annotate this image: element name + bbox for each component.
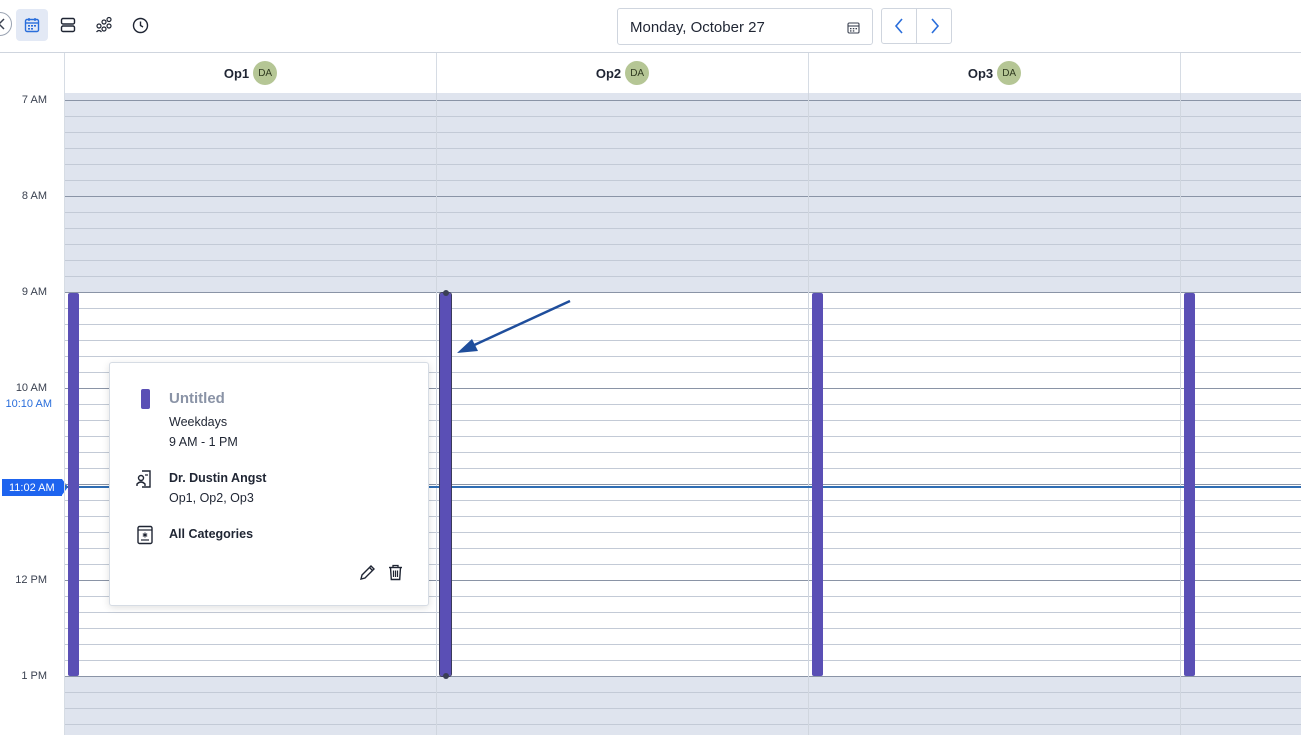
slot-line [65, 644, 1301, 645]
provider-icon [136, 470, 151, 488]
column-divider [436, 93, 437, 735]
slot-line [65, 244, 1301, 245]
pencil-icon [359, 564, 375, 580]
column-header-op3: Op3 DA [809, 53, 1181, 93]
history-button[interactable] [124, 9, 156, 41]
slot-line [65, 276, 1301, 277]
slot-line [65, 612, 1301, 613]
column-header-op4 [1181, 53, 1301, 93]
time-label: 1 PM [21, 670, 47, 682]
popover-title: Untitled [169, 390, 225, 407]
slot-line [65, 212, 1301, 213]
rows-icon [60, 17, 76, 33]
slot-line [65, 308, 1301, 309]
avatar[interactable]: DA [997, 61, 1022, 85]
slot-line [65, 324, 1301, 325]
calendar-view-button[interactable] [16, 9, 48, 41]
date-navigation [881, 8, 952, 44]
slot-line [65, 116, 1301, 117]
slot-line [65, 148, 1301, 149]
chevron-left-icon [0, 18, 5, 30]
slot-line [65, 180, 1301, 181]
column-name: Op1 [223, 65, 250, 81]
time-label: 7 AM [21, 94, 47, 106]
category-icon [137, 525, 153, 545]
time-label: 8 AM [21, 190, 47, 202]
column-header-op1: Op1 DA [65, 53, 437, 93]
date-picker[interactable]: Monday, October 27 [617, 8, 873, 45]
column-header-op2: Op2 DA [437, 53, 809, 93]
calendar-icon [847, 22, 860, 34]
column-name: Op3 [967, 65, 994, 81]
operatories-text: Op1, Op2, Op3 [169, 491, 254, 505]
column-headers: Op1 DA Op2 DA Op3 DA [64, 53, 1301, 93]
hour-line [65, 292, 1301, 293]
current-time-marker: 11:02 AM [2, 479, 68, 496]
schedule-details-popover: Untitled Weekdays 9 AM - 1 PM Dr. Dustin… [109, 362, 429, 606]
chevron-right-icon [930, 18, 939, 34]
slot-line [65, 260, 1301, 261]
recurrence-text: Weekdays [169, 415, 228, 429]
column-name: Op2 [595, 65, 622, 81]
slot-line [65, 708, 1301, 709]
time-gutter: 7 AM 8 AM 9 AM 10 AM 10:10 AM 12 PM 1 PM… [0, 93, 68, 735]
back-button[interactable] [0, 12, 12, 36]
provider-name: Dr. Dustin Angst [169, 471, 267, 485]
slot-line [65, 164, 1301, 165]
schedule-block-op4[interactable] [1184, 293, 1195, 676]
next-day-button[interactable] [917, 9, 952, 43]
hour-line [65, 100, 1301, 101]
schedule-block-op3[interactable] [812, 293, 823, 676]
slot-line [65, 628, 1301, 629]
resize-handle-bottom[interactable] [443, 673, 449, 679]
previous-day-button[interactable] [882, 9, 917, 43]
providers-view-button[interactable] [88, 9, 120, 41]
time-label: 10 AM [15, 382, 47, 394]
column-divider [1180, 93, 1181, 735]
slot-line [65, 660, 1301, 661]
avatar[interactable]: DA [253, 61, 278, 85]
slot-line [65, 692, 1301, 693]
calendar-icon [24, 18, 40, 33]
hour-line [65, 676, 1301, 677]
annotation-arrow [457, 299, 571, 353]
schedule-block-op1[interactable] [68, 293, 79, 676]
rows-view-button[interactable] [52, 9, 84, 41]
avatar[interactable]: DA [625, 61, 650, 85]
slot-line [65, 724, 1301, 725]
color-swatch [141, 389, 150, 409]
slot-line [65, 340, 1301, 341]
chevron-left-icon [894, 18, 903, 34]
time-label: 12 PM [15, 574, 47, 586]
people-icon [96, 16, 112, 33]
hours-text: 9 AM - 1 PM [169, 435, 238, 449]
edit-button[interactable] [357, 562, 377, 582]
date-value: Monday, October 27 [630, 19, 765, 36]
slot-line [65, 356, 1301, 357]
clock-icon [132, 17, 148, 33]
toolbar: Monday, October 27 [0, 0, 1301, 53]
time-sublabel: 10:10 AM [5, 398, 52, 410]
hour-line [65, 196, 1301, 197]
column-divider [808, 93, 809, 735]
unavailable-block [65, 677, 1301, 735]
categories-text: All Categories [169, 527, 254, 541]
unavailable-block [65, 93, 1301, 293]
trash-icon [388, 564, 402, 580]
slot-line [65, 132, 1301, 133]
time-label: 9 AM [21, 286, 47, 298]
slot-line [65, 228, 1301, 229]
delete-button[interactable] [385, 562, 405, 582]
